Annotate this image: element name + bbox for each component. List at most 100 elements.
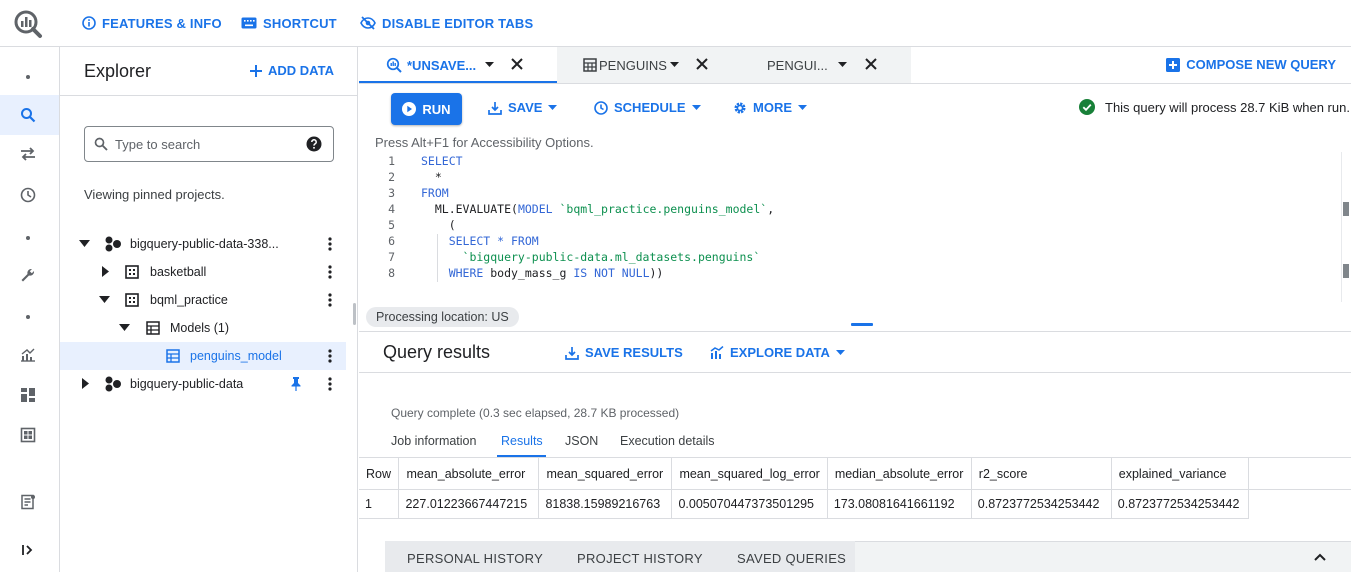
more-button[interactable]: MORE <box>733 100 807 115</box>
check-circle-icon <box>1079 99 1095 115</box>
table-cell[interactable]: 227.01223667447215 <box>398 489 540 519</box>
expand-arrow-icon[interactable] <box>82 378 89 389</box>
tab-saved-queries[interactable]: SAVED QUERIES <box>737 551 846 566</box>
close-icon[interactable] <box>696 58 708 70</box>
history-icon[interactable] <box>18 185 38 205</box>
models-folder-icon <box>146 321 160 335</box>
editor-scrollbar[interactable] <box>1341 152 1351 302</box>
tree-row-project-pinned[interactable]: bigquery-public-data-338... <box>60 230 346 258</box>
help-icon[interactable] <box>306 136 322 152</box>
close-icon[interactable] <box>511 58 523 70</box>
line-number: 3 <box>388 186 395 200</box>
code-line[interactable]: SELECT * FROM <box>421 234 539 248</box>
more-vert-icon[interactable] <box>326 236 334 252</box>
add-data-button[interactable]: ADD DATA <box>250 63 334 78</box>
code-line[interactable]: ( <box>421 218 456 232</box>
rail-dot <box>26 236 30 240</box>
tree-row-dataset-bqml-practice[interactable]: bqml_practice <box>60 286 346 314</box>
code-line[interactable]: ML.EVALUATE(MODEL `bqml_practice.penguin… <box>421 202 774 216</box>
expand-icon[interactable] <box>18 540 38 560</box>
tab-label: *UNSAVE... <box>407 58 477 73</box>
compose-new-query-button[interactable]: COMPOSE NEW QUERY <box>1166 57 1336 72</box>
tree-scrollbar[interactable] <box>353 303 356 325</box>
tree-row-model-penguins[interactable]: penguins_model <box>60 342 346 370</box>
table-cell[interactable]: 81838.15989216763 <box>538 489 673 519</box>
code-line[interactable]: WHERE body_mass_g IS NOT NULL)) <box>421 266 664 280</box>
results-divider <box>359 331 1351 332</box>
query-icon <box>386 57 402 73</box>
code-token: ML.EVALUATE( <box>421 202 518 216</box>
tree-row-models-folder[interactable]: Models (1) <box>60 314 346 342</box>
tab-results[interactable]: Results <box>501 434 543 448</box>
dashboard-icon[interactable] <box>18 385 38 405</box>
transfers-icon[interactable] <box>18 144 38 164</box>
expand-arrow-icon[interactable] <box>102 266 109 277</box>
explorer-search-input[interactable]: Type to search <box>84 126 334 162</box>
analytics-icon[interactable] <box>18 345 38 365</box>
line-number: 6 <box>388 234 395 248</box>
left-nav-rail <box>0 47 60 572</box>
tree-row-dataset-basketball[interactable]: basketball <box>60 258 346 286</box>
search-placeholder: Type to search <box>115 137 201 152</box>
column-header[interactable]: median_absolute_error <box>827 457 972 490</box>
wrench-icon[interactable] <box>18 265 38 285</box>
collapse-arrow-icon[interactable] <box>99 296 110 303</box>
tab-job-information[interactable]: Job information <box>391 434 476 448</box>
tab-dropdown-icon[interactable] <box>670 62 679 67</box>
column-header[interactable]: explained_variance <box>1111 457 1249 490</box>
tab-execution-details[interactable]: Execution details <box>620 434 715 448</box>
code-line[interactable]: * <box>421 170 442 184</box>
tab-dropdown-icon[interactable] <box>838 62 847 67</box>
features-info-button[interactable]: FEATURES & INFO <box>82 13 222 33</box>
table-cell[interactable]: 173.08081641661192 <box>827 489 972 519</box>
tab-project-history[interactable]: PROJECT HISTORY <box>577 551 703 566</box>
tab-unsaved-query[interactable]: *UNSAVE... <box>359 47 557 83</box>
panel-resize-handle[interactable] <box>851 323 873 326</box>
bigquery-logo-icon[interactable] <box>12 8 44 40</box>
chevron-up-icon[interactable] <box>1314 553 1326 561</box>
tab-penguins-table[interactable]: PENGUINS <box>557 47 733 83</box>
tab-dropdown-icon[interactable] <box>485 62 494 67</box>
pin-icon[interactable] <box>291 377 301 391</box>
run-button[interactable]: RUN <box>391 93 462 125</box>
table-cell[interactable]: 0.8723772534253442 <box>1111 489 1249 519</box>
code-line[interactable]: FROM <box>421 186 449 200</box>
tab-penguins-model[interactable]: PENGUI... <box>733 47 911 83</box>
tab-personal-history[interactable]: PERSONAL HISTORY <box>407 551 543 566</box>
column-header[interactable]: r2_score <box>971 457 1112 490</box>
play-icon <box>402 102 417 116</box>
more-vert-icon[interactable] <box>326 348 334 364</box>
explore-data-button[interactable]: EXPLORE DATA <box>710 345 845 360</box>
table-cell[interactable]: 1 <box>359 489 400 519</box>
column-header[interactable]: mean_squared_error <box>538 457 673 490</box>
history-panel-bar: PERSONAL HISTORY PROJECT HISTORY SAVED Q… <box>359 541 1351 572</box>
column-header[interactable]: Row <box>359 457 400 490</box>
schedule-button[interactable]: SCHEDULE <box>594 100 701 115</box>
save-results-button[interactable]: SAVE RESULTS <box>565 345 683 360</box>
run-label: RUN <box>422 101 451 117</box>
release-notes-icon[interactable] <box>18 492 38 512</box>
tab-json[interactable]: JSON <box>565 434 598 448</box>
code-token: `bqml_practice.penguins_model` <box>552 202 768 216</box>
more-vert-icon[interactable] <box>326 292 334 308</box>
table-cell[interactable]: 0.005070447373501295 <box>671 489 828 519</box>
save-button[interactable]: SAVE <box>488 100 558 115</box>
sql-editor[interactable]: 1 2 3 4 5 6 7 8 SELECT * FROM ML.EVALUATE(MODEL `… <box>359 152 1351 302</box>
close-icon[interactable] <box>865 58 877 70</box>
table-cell[interactable]: 0.8723772534253442 <box>971 489 1112 519</box>
reservations-icon[interactable] <box>18 425 38 445</box>
more-vert-icon[interactable] <box>326 376 334 392</box>
code-token: IS NOT NULL <box>573 266 650 280</box>
collapse-arrow-icon[interactable] <box>79 240 90 247</box>
more-label: MORE <box>753 100 792 115</box>
code-line[interactable]: SELECT <box>421 154 463 168</box>
column-header[interactable]: mean_squared_log_error <box>671 457 828 490</box>
column-header[interactable]: mean_absolute_error <box>398 457 540 490</box>
more-vert-icon[interactable] <box>326 264 334 280</box>
collapse-arrow-icon[interactable] <box>119 324 130 331</box>
shortcut-button[interactable]: SHORTCUT <box>241 13 337 33</box>
search-icon[interactable] <box>18 105 38 125</box>
tree-row-project-public[interactable]: bigquery-public-data <box>60 370 346 398</box>
disable-editor-tabs-button[interactable]: DISABLE EDITOR TABS <box>360 13 533 33</box>
code-line[interactable]: `bigquery-public-data.ml_datasets.pengui… <box>421 250 761 264</box>
